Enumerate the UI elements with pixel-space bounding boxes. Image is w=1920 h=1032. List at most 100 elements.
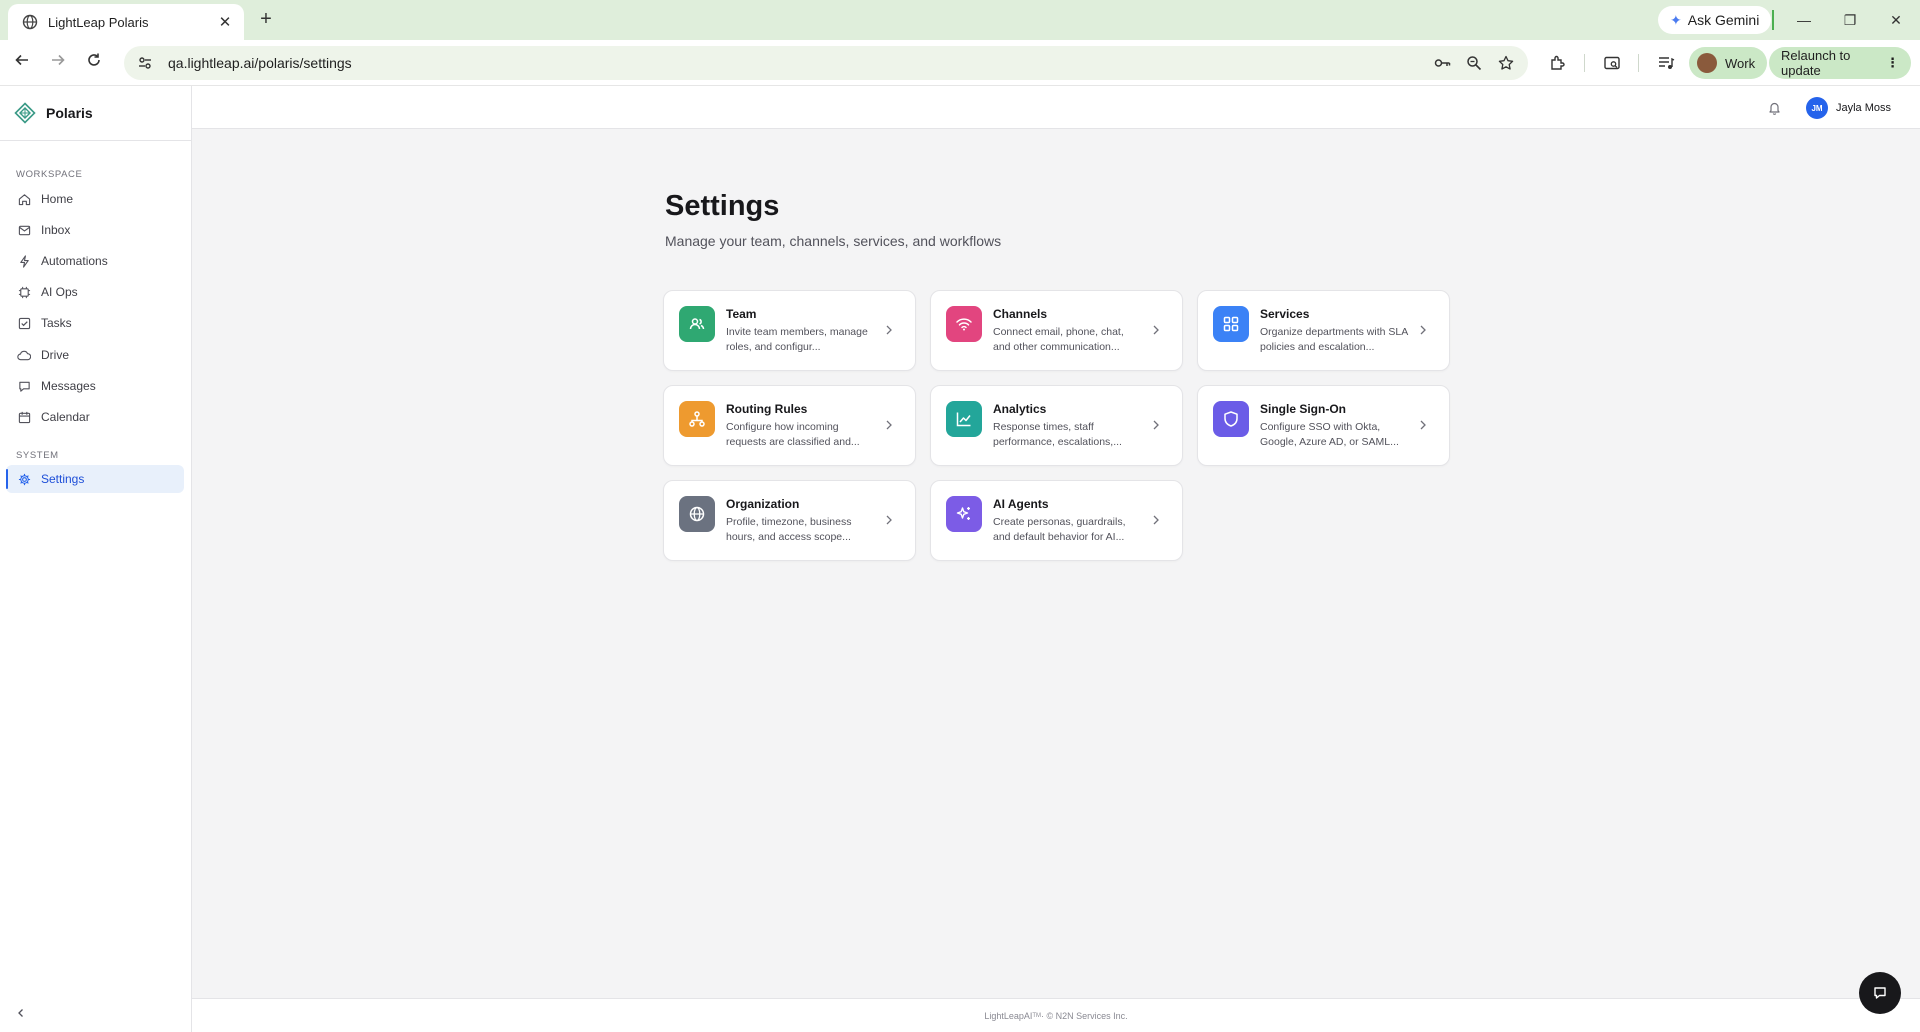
close-window-icon[interactable]: ✕ <box>1881 8 1911 32</box>
tab-strip: LightLeap Polaris ✕ + ✦ Ask Gemini — ❐ ✕ <box>0 0 1920 40</box>
checkbox-icon <box>17 316 31 330</box>
profile-avatar <box>1697 53 1717 73</box>
back-icon[interactable] <box>10 51 34 75</box>
forward-icon[interactable] <box>46 51 70 75</box>
settings-card-analytics[interactable]: Analytics Response times, staff performa… <box>930 385 1183 466</box>
chevron-right-icon <box>883 324 895 336</box>
reload-icon[interactable] <box>82 51 106 75</box>
sidebar-item-inbox[interactable]: Inbox <box>6 216 184 244</box>
sidebar-item-label: Drive <box>41 348 70 362</box>
profile-label: Work <box>1725 55 1756 71</box>
bell-icon[interactable] <box>1766 100 1782 116</box>
browser-tab[interactable]: LightLeap Polaris ✕ <box>8 4 244 40</box>
cloud-icon <box>17 348 31 362</box>
shield-icon <box>1213 401 1249 437</box>
bookmark-star-icon[interactable] <box>1496 53 1516 73</box>
user-name: Jayla Moss <box>1836 102 1892 114</box>
toolbar-divider <box>1638 54 1639 72</box>
sidebar-item-calendar[interactable]: Calendar <box>6 403 184 431</box>
chevron-right-icon <box>1150 419 1162 431</box>
chevron-right-icon <box>1150 324 1162 336</box>
app-topbar: JM Jayla Moss <box>192 86 1920 129</box>
wifi-icon <box>946 306 982 342</box>
chart-icon <box>946 401 982 437</box>
card-description: Create personas, guardrails, and default… <box>993 516 1126 543</box>
card-description: Connect email, phone, chat, and other co… <box>993 326 1124 353</box>
footer: LightLeapAI TM · © N2N Services Inc. <box>192 998 1920 1032</box>
settings-card-routing-rules[interactable]: Routing Rules Configure how incoming req… <box>663 385 916 466</box>
toolbar-divider <box>1584 54 1585 72</box>
globe-icon <box>679 496 715 532</box>
sidebar-item-label: Messages <box>41 379 96 393</box>
chevron-right-icon <box>883 514 895 526</box>
relaunch-button[interactable]: Relaunch to update ⋮ <box>1769 47 1911 79</box>
extensions-icon[interactable] <box>1547 52 1569 74</box>
sidebar-item-ai-ops[interactable]: AI Ops <box>6 278 184 306</box>
footer-copyright: · © N2N Services Inc. <box>1041 1010 1128 1021</box>
gemini-sparkle-icon: ✦ <box>1670 11 1682 28</box>
sidebar-item-label: Automations <box>41 254 108 268</box>
sidebar-item-settings[interactable]: Settings <box>6 465 184 493</box>
sidebar-item-drive[interactable]: Drive <box>6 341 184 369</box>
card-title: Team <box>726 307 757 321</box>
settings-card-single-sign-on[interactable]: Single Sign-On Configure SSO with Okta, … <box>1197 385 1450 466</box>
password-key-icon[interactable] <box>1432 53 1452 73</box>
card-description: Response times, staff performance, escal… <box>993 421 1122 448</box>
card-title: Routing Rules <box>726 402 808 416</box>
sidebar-item-label: Calendar <box>41 410 90 424</box>
restore-icon[interactable]: ❐ <box>1835 8 1865 32</box>
workspace-section-label: WORKSPACE <box>16 169 83 180</box>
sidebar-item-label: Inbox <box>41 223 71 237</box>
zoom-icon[interactable] <box>1464 53 1484 73</box>
browser-toolbar: qa.lightleap.ai/polaris/settings Work Re… <box>0 40 1920 86</box>
settings-card-services[interactable]: Services Organize departments with SLA p… <box>1197 290 1450 371</box>
more-menu-icon[interactable]: ⋮ <box>1886 55 1899 71</box>
chevron-right-icon <box>1417 419 1429 431</box>
tab-search-icon[interactable] <box>1601 52 1623 74</box>
sidebar-item-label: Tasks <box>41 316 72 330</box>
calendar-icon <box>17 410 31 424</box>
chevron-right-icon <box>883 419 895 431</box>
sidebar-item-tasks[interactable]: Tasks <box>6 309 184 337</box>
sidebar-item-label: Settings <box>41 472 85 486</box>
chat-icon <box>1874 987 1886 999</box>
sidebar-item-messages[interactable]: Messages <box>6 372 184 400</box>
sparkles-icon <box>946 496 982 532</box>
settings-card-organization[interactable]: Organization Profile, timezone, business… <box>663 480 916 561</box>
ask-gemini-label: Ask Gemini <box>1687 12 1760 28</box>
sidebar-item-label: AI Ops <box>41 285 78 299</box>
footer-trademark: TM <box>1032 1012 1042 1019</box>
card-title: Services <box>1260 307 1310 321</box>
settings-card-team[interactable]: Team Invite team members, manage roles, … <box>663 290 916 371</box>
media-controls-icon[interactable] <box>1655 52 1677 74</box>
home-icon <box>17 192 31 206</box>
card-description: Configure SSO with Okta, Google, Azure A… <box>1260 421 1399 448</box>
close-tab-icon[interactable]: ✕ <box>216 13 234 31</box>
settings-card-ai-agents[interactable]: AI Agents Create personas, guardrails, a… <box>930 480 1183 561</box>
chat-launcher-button[interactable] <box>1859 972 1901 1014</box>
new-tab-button[interactable]: + <box>254 8 278 32</box>
sidebar-item-home[interactable]: Home <box>6 185 184 213</box>
chip-icon <box>17 285 31 299</box>
card-title: Analytics <box>993 402 1047 416</box>
settings-card-channels[interactable]: Channels Connect email, phone, chat, and… <box>930 290 1183 371</box>
globe-icon <box>22 14 38 30</box>
brand[interactable]: Polaris <box>0 86 191 141</box>
routing-icon <box>679 401 715 437</box>
user-menu[interactable]: JM Jayla Moss <box>1806 96 1891 120</box>
ask-gemini-button[interactable]: ✦ Ask Gemini <box>1658 6 1772 34</box>
sidebar-item-automations[interactable]: Automations <box>6 247 184 275</box>
sidebar: Polaris WORKSPACE Home Inbox Automations… <box>0 86 192 1032</box>
address-bar[interactable]: qa.lightleap.ai/polaris/settings <box>124 46 1528 80</box>
chat-icon <box>17 379 31 393</box>
sidebar-item-label: Home <box>41 192 74 206</box>
profile-button[interactable]: Work <box>1689 47 1768 79</box>
collapse-sidebar-icon[interactable] <box>14 1006 28 1020</box>
inbox-icon <box>17 223 31 237</box>
url-text[interactable]: qa.lightleap.ai/polaris/settings <box>168 55 1420 71</box>
card-title: Organization <box>726 497 800 511</box>
site-info-icon[interactable] <box>136 54 154 72</box>
tab-title: LightLeap Polaris <box>48 14 149 30</box>
minimize-icon[interactable]: — <box>1789 8 1819 32</box>
relaunch-label: Relaunch to update <box>1781 48 1851 78</box>
